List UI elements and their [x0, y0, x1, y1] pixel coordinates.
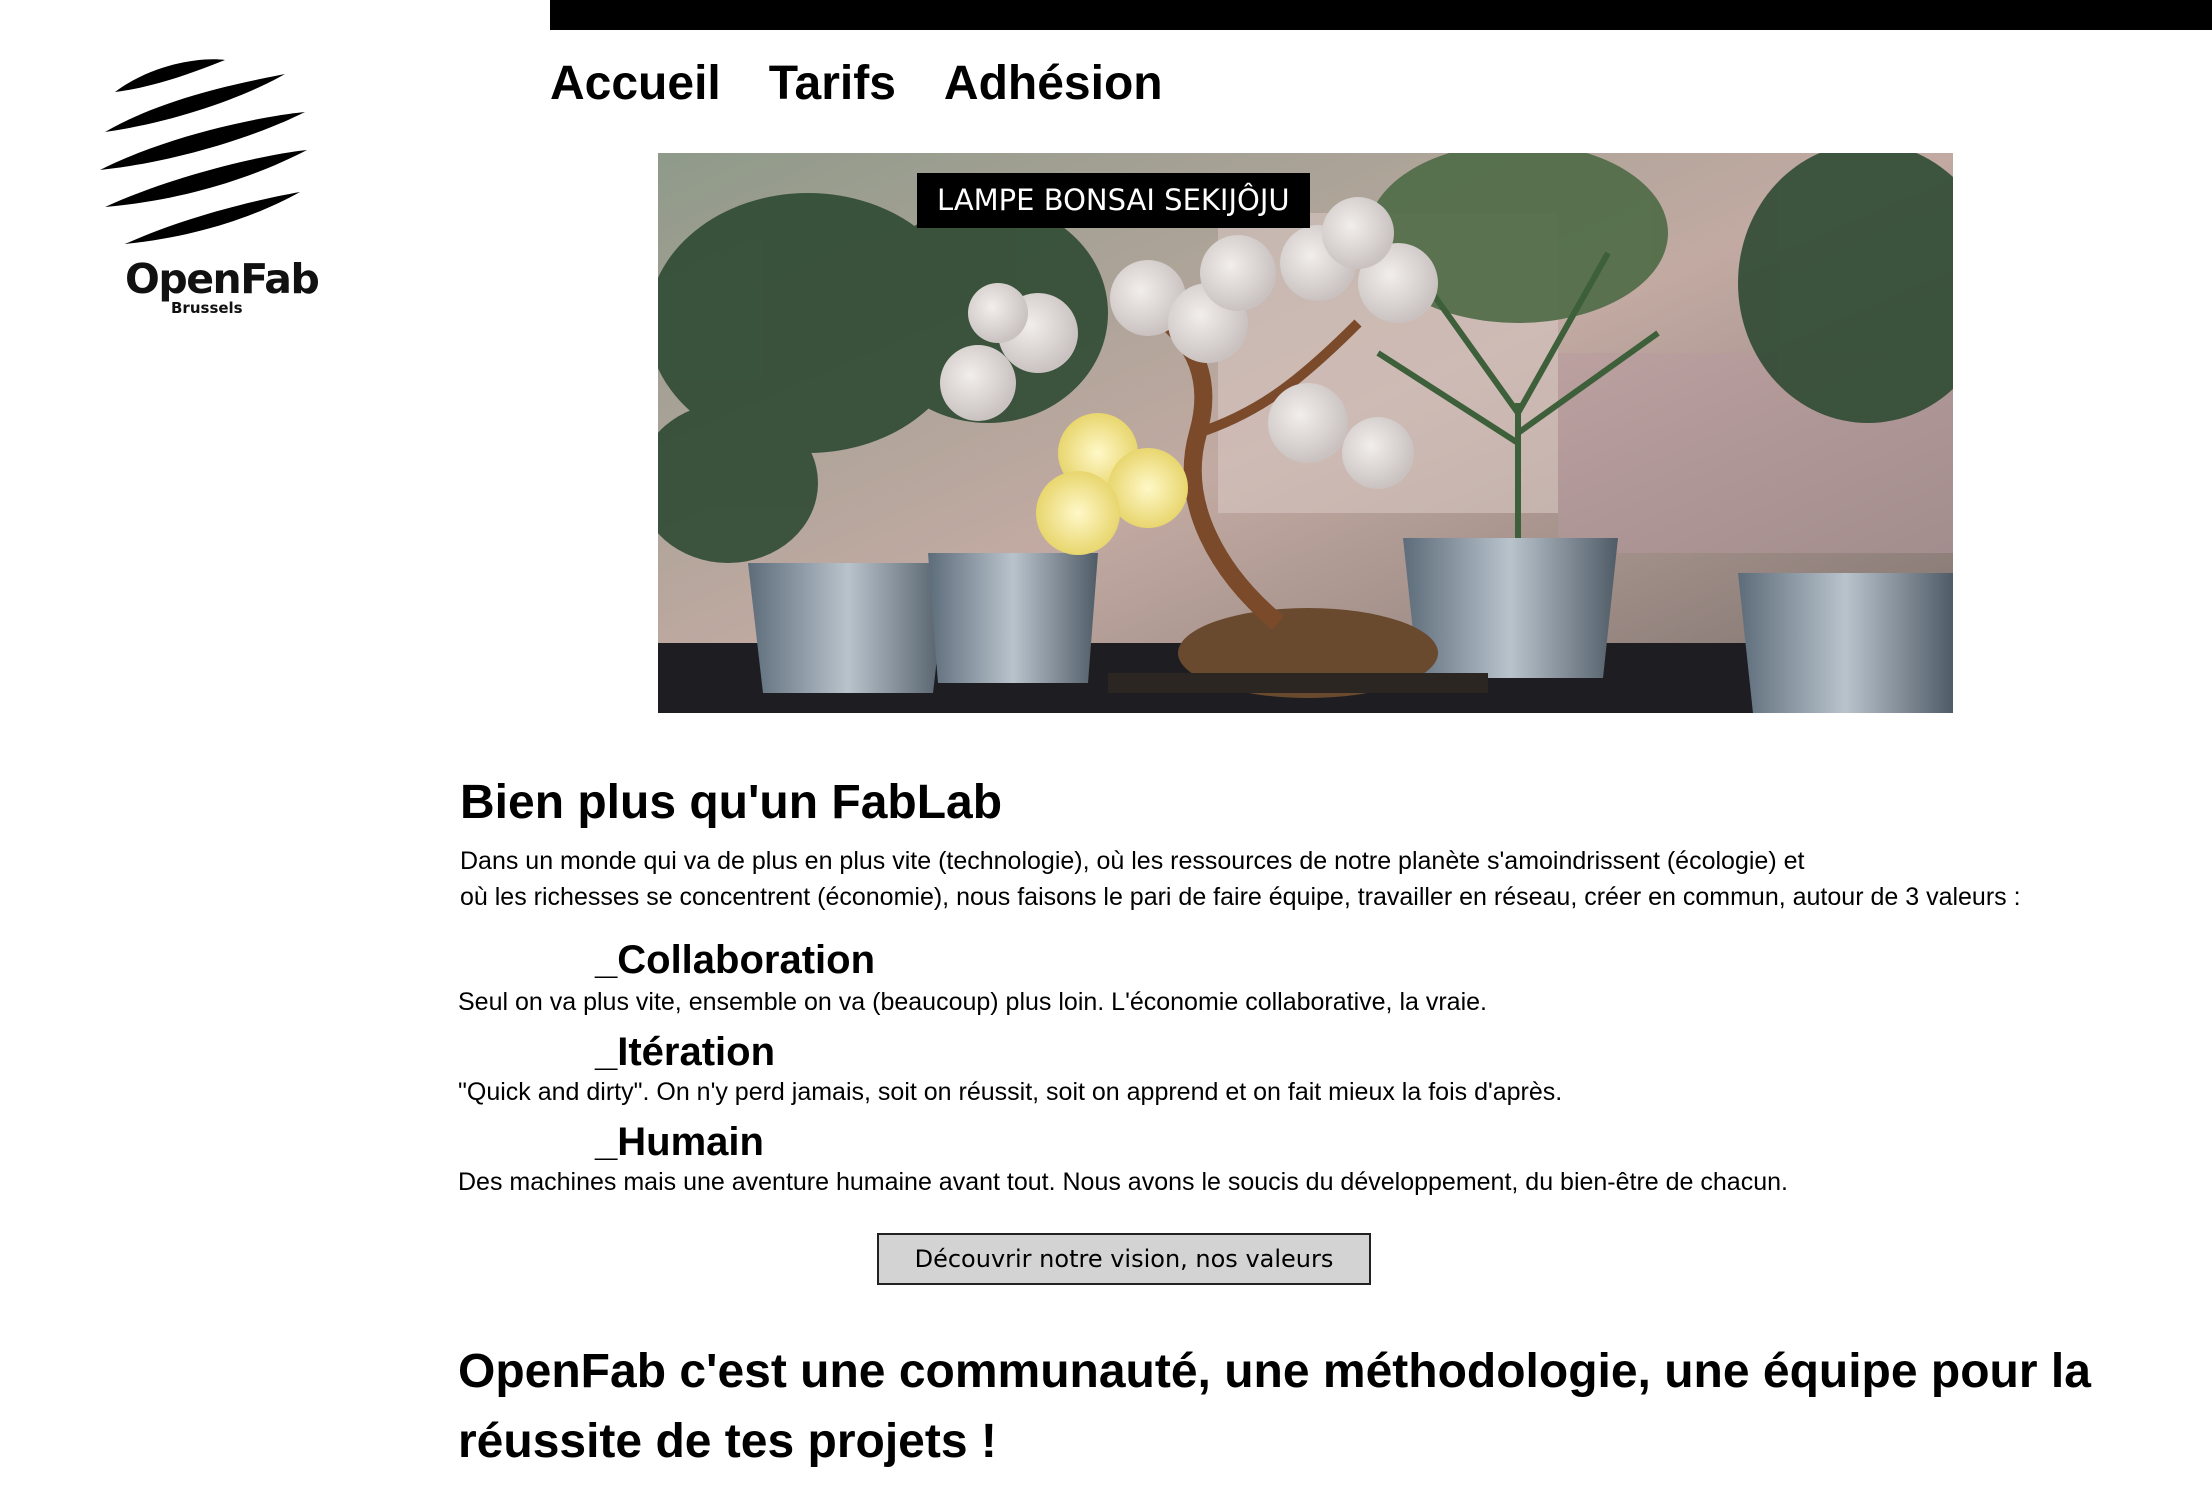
value-title-humain: _Humain: [595, 1120, 764, 1164]
hero-caption: LAMPE BONSAI SEKIJÔJU: [917, 173, 1310, 228]
logo-city: Brussels: [171, 299, 243, 317]
nav-item-tarifs[interactable]: Tarifs: [769, 52, 896, 116]
value-title-collaboration: _Collaboration: [595, 938, 876, 982]
nav-item-adhesion[interactable]: Adhésion: [944, 52, 1163, 116]
section-title: Bien plus qu'un FabLab: [460, 776, 1003, 829]
value-desc-humain: Des machines mais une aventure humaine a…: [458, 1168, 1788, 1196]
intro-line-2: où les richesses se concentrent (économi…: [460, 883, 2021, 911]
value-title-iteration: _Itération: [595, 1030, 776, 1074]
hero-image[interactable]: LAMPE BONSAI SEKIJÔJU: [658, 153, 1953, 713]
nav-item-accueil[interactable]: Accueil: [550, 52, 721, 116]
discover-vision-button[interactable]: Découvrir notre vision, nos valeurs: [877, 1233, 1371, 1285]
bonsai-lamp-photo: [658, 153, 1953, 713]
value-desc-iteration: "Quick and dirty". On n'y perd jamais, s…: [458, 1078, 1563, 1106]
main-nav: Accueil Tarifs Adhésion: [550, 52, 1211, 116]
value-desc-collaboration: Seul on va plus vite, ensemble on va (be…: [458, 988, 1487, 1016]
top-bar: [550, 0, 2212, 30]
intro-text: Dans un monde qui va de plus en plus vit…: [460, 843, 2180, 915]
logo-stripes-icon: [100, 59, 307, 244]
tagline: OpenFab c'est une communauté, une méthod…: [458, 1345, 2091, 1468]
openfab-logo[interactable]: OpenFab Brussels: [95, 52, 320, 322]
intro-line-1: Dans un monde qui va de plus en plus vit…: [460, 847, 1805, 875]
logo-wordmark: OpenFab: [125, 255, 320, 303]
